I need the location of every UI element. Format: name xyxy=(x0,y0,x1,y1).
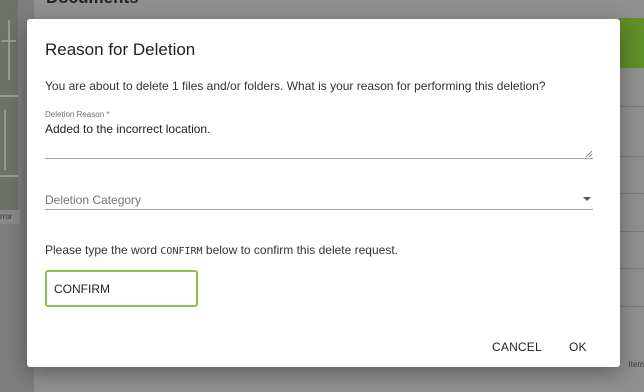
background-map-thumbnail xyxy=(0,0,18,222)
deletion-reason-label: Deletion Reason * xyxy=(45,110,110,119)
background-divider xyxy=(618,306,644,307)
background-divider xyxy=(618,156,644,157)
confirm-instruction-before: Please type the word xyxy=(45,243,161,257)
ok-button[interactable]: OK xyxy=(569,340,587,354)
background-map-caption: rror xyxy=(0,210,20,224)
background-divider xyxy=(618,193,644,194)
caret-down-icon xyxy=(583,197,591,201)
confirm-input[interactable] xyxy=(45,270,198,307)
background-divider xyxy=(618,231,644,232)
cancel-button[interactable]: CANCEL xyxy=(492,340,542,354)
background-divider xyxy=(618,106,644,107)
confirm-instruction: Please type the word CONFIRM below to co… xyxy=(45,243,398,257)
background-items-count: Item xyxy=(628,360,644,369)
resize-handle-icon[interactable] xyxy=(585,150,593,158)
delete-reason-dialog: Reason for Deletion You are about to del… xyxy=(27,19,620,367)
deletion-category-select[interactable]: Deletion Category xyxy=(45,189,593,210)
deletion-reason-textarea[interactable]: Added to the incorrect location. xyxy=(45,122,593,159)
dialog-description: You are about to delete 1 files and/or f… xyxy=(45,79,546,93)
confirm-keyword: CONFIRM xyxy=(160,246,203,257)
background-action-bar xyxy=(618,18,644,68)
background-divider xyxy=(618,268,644,269)
deletion-category-placeholder: Deletion Category xyxy=(45,193,142,207)
confirm-instruction-after: below to confirm this delete request. xyxy=(202,243,398,257)
background-page-title: Documents xyxy=(46,0,139,8)
dialog-title: Reason for Deletion xyxy=(45,40,196,59)
